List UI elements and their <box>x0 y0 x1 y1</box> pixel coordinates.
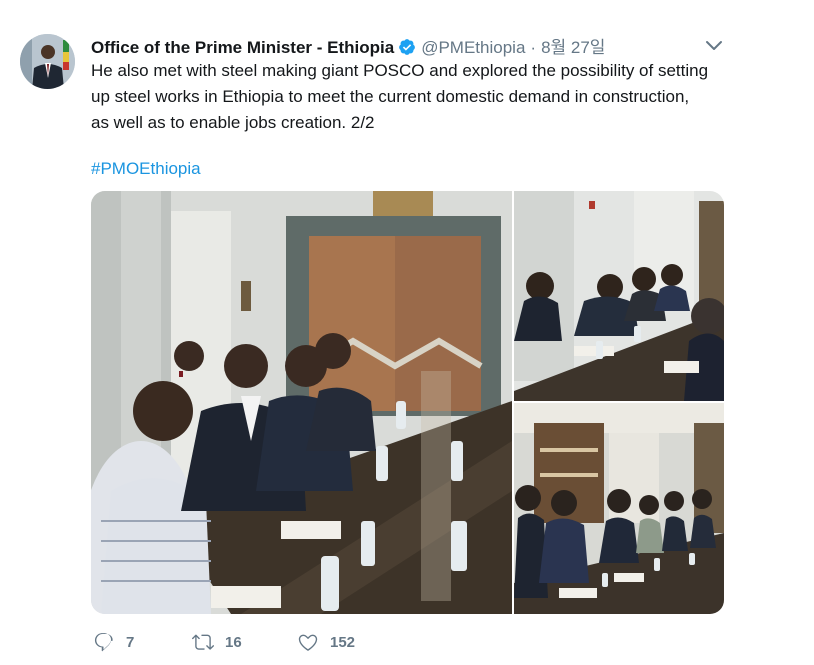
tweet-card[interactable]: Office of the Prime Minister - Ethiopia … <box>0 0 814 665</box>
verified-badge-icon <box>398 38 416 56</box>
avatar-photo <box>20 34 75 89</box>
photo-meeting-wide[interactable] <box>91 191 512 614</box>
retweet-button[interactable]: 16 <box>192 631 297 653</box>
tweet-actions: 7 16 152 <box>93 630 355 654</box>
media-grid <box>91 191 724 614</box>
tweet-header: Office of the Prime Minister - Ethiopia … <box>91 33 605 58</box>
like-count: 152 <box>330 633 356 651</box>
like-button[interactable]: 152 <box>297 631 355 653</box>
chevron-down-icon[interactable] <box>704 38 724 54</box>
header-separator: · <box>530 38 537 57</box>
reply-count: 7 <box>126 633 135 651</box>
heart-icon <box>298 634 318 651</box>
hashtag-link[interactable]: #PMOEthiopia <box>91 157 201 181</box>
author-handle[interactable]: @PMEthiopia <box>421 38 525 58</box>
author-avatar[interactable] <box>20 34 75 89</box>
reply-button[interactable]: 7 <box>93 631 192 653</box>
author-name[interactable]: Office of the Prime Minister - Ethiopia <box>91 38 394 58</box>
tweet-date[interactable]: 8월 27일 <box>541 33 605 58</box>
photo-meeting-top-right[interactable] <box>514 191 724 401</box>
reply-icon <box>94 633 113 652</box>
retweet-count: 16 <box>225 633 242 651</box>
retweet-icon <box>192 634 214 650</box>
photo-meeting-bottom-right[interactable] <box>514 403 724 614</box>
tweet-text: He also met with steel making giant POSC… <box>91 61 709 132</box>
